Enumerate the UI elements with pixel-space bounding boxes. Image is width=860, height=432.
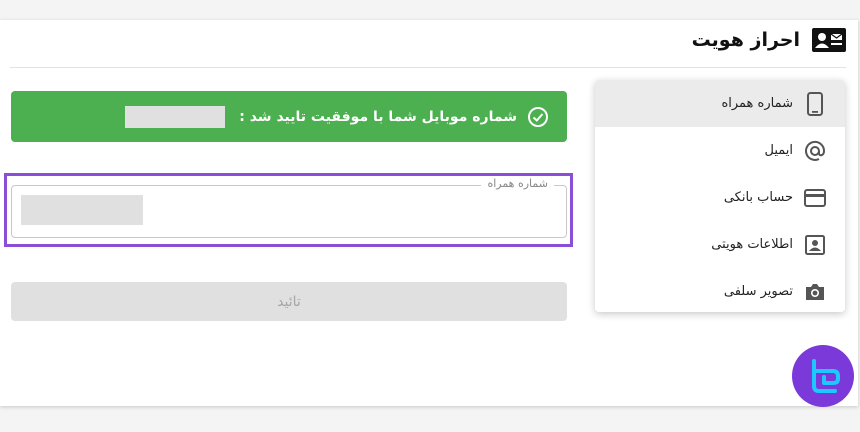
masked-phone-value bbox=[21, 195, 143, 225]
at-icon bbox=[803, 139, 827, 163]
menu-item-bank[interactable]: حساب بانکی bbox=[595, 174, 845, 221]
confirm-button[interactable]: تائید bbox=[11, 282, 567, 321]
portrait-icon bbox=[803, 233, 827, 257]
brand-logo bbox=[792, 345, 854, 407]
camera-icon bbox=[803, 280, 827, 304]
phone-input[interactable]: شماره همراه bbox=[11, 177, 567, 238]
check-circle-icon bbox=[528, 106, 548, 127]
credit-card-icon bbox=[803, 186, 827, 210]
phone-input-label: شماره همراه bbox=[481, 177, 554, 190]
menu-item-label: اطلاعات هویتی bbox=[711, 237, 793, 252]
page-title: احراز هویت bbox=[691, 29, 800, 51]
masked-phone-number bbox=[125, 105, 226, 128]
phone-icon bbox=[803, 91, 827, 116]
menu-item-label: حساب بانکی bbox=[723, 190, 793, 205]
menu-item-label: ایمیل bbox=[764, 143, 793, 158]
menu-item-label: شماره همراه bbox=[721, 96, 793, 111]
menu-item-selfie[interactable]: تصویر سلفی bbox=[595, 268, 845, 312]
menu-item-phone[interactable]: شماره همراه bbox=[595, 80, 845, 127]
success-alert: شماره موبایل شما با موفقیت تایید شد : bbox=[11, 91, 567, 142]
menu-item-identity[interactable]: اطلاعات هویتی bbox=[595, 221, 845, 268]
menu-item-label: تصویر سلفی bbox=[723, 284, 793, 299]
verification-menu: شماره همراه ایمیل حساب بانکی اطلاعات هوی… bbox=[595, 80, 845, 312]
header-divider bbox=[10, 67, 846, 68]
logo-mark-icon bbox=[812, 359, 840, 393]
page-header: احراز هویت bbox=[692, 24, 846, 56]
id-card-icon bbox=[812, 28, 846, 52]
menu-item-email[interactable]: ایمیل bbox=[595, 127, 845, 174]
success-message: شماره موبایل شما با موفقیت تایید شد : bbox=[239, 108, 517, 125]
